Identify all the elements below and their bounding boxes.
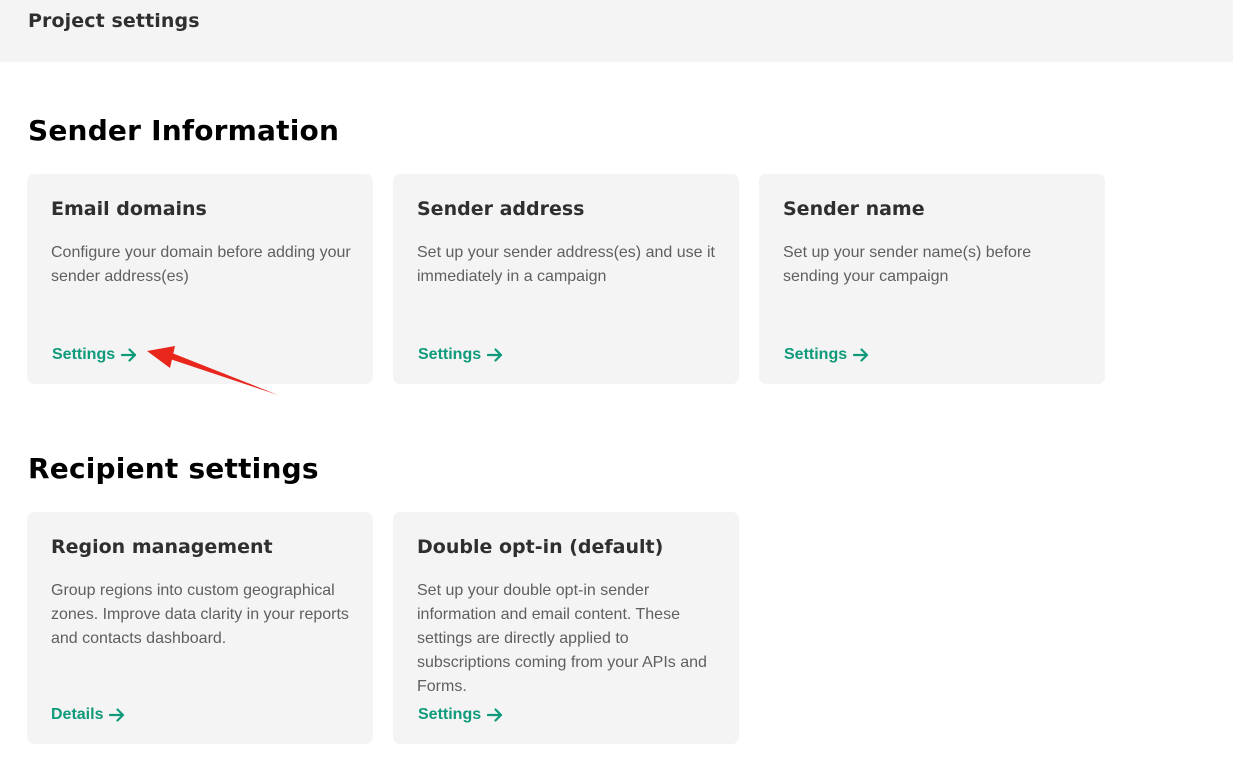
double-opt-in-settings-link[interactable]: Settings bbox=[418, 706, 503, 724]
card-description: Configure your domain before adding your… bbox=[51, 244, 351, 285]
sender-address-settings-link[interactable]: Settings bbox=[418, 346, 503, 364]
region-management-details-link[interactable]: Details bbox=[51, 706, 125, 724]
card-email-domains: Email domains Configure your domain befo… bbox=[27, 174, 373, 384]
card-region-management: Region management Group regions into cus… bbox=[27, 512, 373, 744]
card-title: Email domains bbox=[51, 198, 207, 220]
card-description: Set up your double opt-in sender informa… bbox=[417, 582, 707, 695]
card-sender-name: Sender name Set up your sender name(s) b… bbox=[759, 174, 1105, 384]
link-label: Settings bbox=[52, 346, 116, 363]
arrow-right-icon bbox=[853, 348, 869, 362]
arrow-right-icon bbox=[487, 348, 503, 362]
section-title-sender: Sender Information bbox=[28, 114, 340, 147]
page-title: Project settings bbox=[28, 10, 200, 32]
arrow-right-icon bbox=[109, 708, 125, 722]
email-domains-settings-link[interactable]: Settings bbox=[52, 346, 137, 364]
link-label: Details bbox=[51, 706, 104, 723]
card-title: Region management bbox=[51, 536, 273, 558]
card-description: Set up your sender name(s) before sendin… bbox=[783, 244, 1032, 285]
link-label: Settings bbox=[418, 346, 482, 363]
card-title: Sender name bbox=[783, 198, 925, 220]
link-label: Settings bbox=[418, 706, 482, 723]
sender-name-settings-link[interactable]: Settings bbox=[784, 346, 869, 364]
link-label: Settings bbox=[784, 346, 848, 363]
card-title: Sender address bbox=[417, 198, 585, 220]
card-description: Set up your sender address(es) and use i… bbox=[417, 244, 715, 285]
card-description: Group regions into custom geographical z… bbox=[51, 582, 349, 647]
card-title: Double opt-in (default) bbox=[417, 536, 664, 558]
card-double-opt-in: Double opt-in (default) Set up your doub… bbox=[393, 512, 739, 744]
header-bar: Project settings bbox=[0, 0, 1233, 62]
section-title-recipient: Recipient settings bbox=[28, 452, 319, 485]
card-sender-address: Sender address Set up your sender addres… bbox=[393, 174, 739, 384]
arrow-right-icon bbox=[121, 348, 137, 362]
arrow-right-icon bbox=[487, 708, 503, 722]
